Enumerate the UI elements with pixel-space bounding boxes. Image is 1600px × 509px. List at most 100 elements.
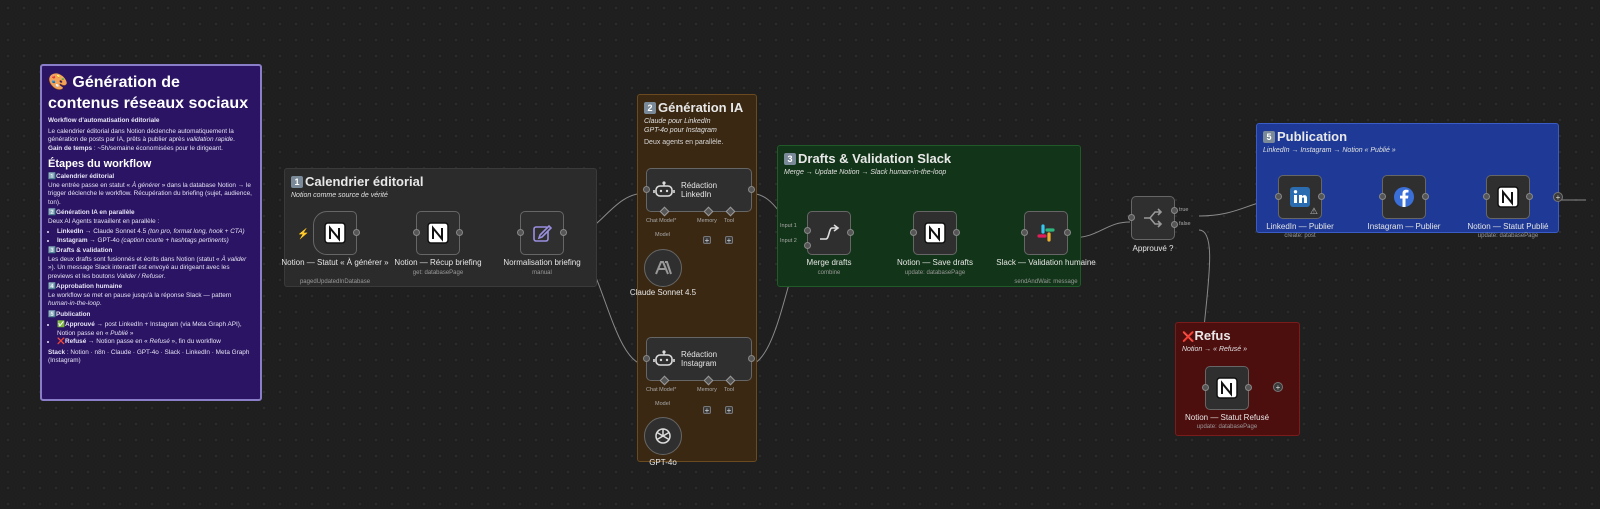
step-5-list: ✅Approuvé → post LinkedIn + Instagram (v… xyxy=(48,321,254,347)
sticky-generation-ia-sub2: GPT-4o pour Instagram xyxy=(644,127,717,134)
facebook-logo-icon xyxy=(1394,187,1414,207)
input-port[interactable] xyxy=(1202,384,1209,391)
node-notion-recup[interactable] xyxy=(413,211,463,255)
node-agent-instagram[interactable]: Rédaction Instagram xyxy=(643,337,755,381)
false-label: false xyxy=(1179,221,1191,227)
node-notion-publie[interactable] xyxy=(1483,175,1533,219)
input-port[interactable] xyxy=(910,229,917,236)
node-agent-linkedin[interactable]: Rédaction LinkedIn xyxy=(643,168,755,212)
output-port[interactable] xyxy=(748,355,755,362)
node-normalisation[interactable] xyxy=(517,211,567,255)
add-node-button[interactable]: + xyxy=(1273,382,1283,392)
node-notion-recup-sub: get: databasePage xyxy=(412,270,464,276)
input-port[interactable] xyxy=(643,355,650,362)
output-port[interactable] xyxy=(1526,193,1533,200)
merge-icon xyxy=(820,224,840,240)
input-port[interactable] xyxy=(643,186,650,193)
input-port[interactable] xyxy=(517,229,524,236)
node-notion-refuse[interactable] xyxy=(1202,366,1252,410)
output-port[interactable] xyxy=(560,229,567,236)
input-port[interactable] xyxy=(1128,214,1135,221)
node-notion-trigger-sub: pagedUpdatedInDatabase xyxy=(299,279,371,285)
lightning-icon: ⚡ xyxy=(297,229,310,240)
output-port[interactable] xyxy=(953,229,960,236)
input-1-label: Input 1 xyxy=(780,223,797,229)
node-approve-if[interactable] xyxy=(1128,196,1178,240)
input-port[interactable] xyxy=(413,229,420,236)
node-claude-model-label: Claude Sonnet 4.5 xyxy=(629,288,697,297)
input-1-port[interactable] xyxy=(804,227,811,234)
notion-logo-icon xyxy=(924,222,946,244)
chat-model-port-label: Chat Model* xyxy=(646,218,677,224)
output-port[interactable] xyxy=(1422,193,1429,200)
node-linkedin-publish-label: LinkedIn — Publier xyxy=(1266,222,1334,231)
warning-icon: ⚠ xyxy=(1309,206,1318,216)
output-port[interactable] xyxy=(847,229,854,236)
node-notion-recup-label: Notion — Récup briefing xyxy=(394,258,482,267)
input-2-port[interactable] xyxy=(804,242,811,249)
node-merge-label: Merge drafts xyxy=(806,258,852,267)
input-port[interactable] xyxy=(1275,193,1282,200)
sticky-generation-ia-text: Deux agents en parallèle. xyxy=(644,139,724,146)
step-2-list: LinkedIn → Claude Sonnet 4.5 (ton pro, f… xyxy=(48,228,254,245)
node-agent-linkedin-label: Rédaction LinkedIn xyxy=(681,181,718,199)
node-gpt-model-label: GPT-4o xyxy=(649,458,677,467)
node-claude-model[interactable] xyxy=(644,249,682,287)
node-slack[interactable] xyxy=(1021,211,1071,255)
node-linkedin-publish[interactable]: ⚠ xyxy=(1275,175,1325,219)
node-approve-label: Approuvé ? xyxy=(1132,244,1174,253)
true-port[interactable] xyxy=(1171,207,1178,214)
tool-port-label: Tool xyxy=(724,218,735,224)
sticky-drafts-sub: Merge → Update Notion → Slack human-in-t… xyxy=(784,169,947,176)
node-notion-publie-sub: update: databasePage xyxy=(1477,233,1539,239)
stack-line: Stack : Notion · n8n · Claude · GPT-4o ·… xyxy=(48,348,250,365)
memory-port-label: Memory xyxy=(697,387,717,393)
node-notion-trigger[interactable] xyxy=(313,211,360,255)
pencil-edit-icon xyxy=(533,224,553,242)
robot-icon xyxy=(653,181,675,197)
node-notion-publie-label: Notion — Statut Publié xyxy=(1467,222,1549,231)
input-port[interactable] xyxy=(1379,193,1386,200)
node-normalisation-sub: manual xyxy=(532,270,552,276)
add-memory-button[interactable]: + xyxy=(703,406,711,415)
node-instagram-publish-label: Instagram — Publier xyxy=(1367,222,1441,231)
node-instagram-publish[interactable] xyxy=(1379,175,1429,219)
input-port[interactable] xyxy=(1483,193,1490,200)
false-port[interactable] xyxy=(1171,221,1178,228)
input-port[interactable] xyxy=(1021,229,1028,236)
chat-model-port-label: Chat Model* xyxy=(646,387,677,393)
steps-heading: Étapes du workflow xyxy=(48,158,152,170)
sticky-publication-sub: LinkedIn → Instagram → Notion « Publié » xyxy=(1263,147,1396,154)
output-port[interactable] xyxy=(1064,229,1071,236)
cross-icon: ❌ xyxy=(1182,332,1195,343)
node-normalisation-label: Normalisation briefing xyxy=(503,258,581,267)
add-memory-button[interactable]: + xyxy=(703,236,711,245)
sticky-drafts-title: Drafts & Validation Slack xyxy=(798,151,952,166)
output-port[interactable] xyxy=(1318,193,1325,200)
add-node-button[interactable]: + xyxy=(1553,192,1563,202)
slack-logo-icon xyxy=(1037,224,1055,242)
add-tool-button[interactable]: + xyxy=(725,406,733,415)
memory-port-label: Memory xyxy=(697,218,717,224)
workflow-description-note[interactable]: 🎨 Génération de contenus réseaux sociaux… xyxy=(40,64,262,401)
output-port[interactable] xyxy=(456,229,463,236)
notion-logo-icon xyxy=(1497,186,1519,208)
output-port[interactable] xyxy=(1245,384,1252,391)
node-gpt-model[interactable] xyxy=(644,417,682,455)
sticky-refus-sub: Notion → « Refusé » xyxy=(1182,346,1247,353)
node-notion-refuse-label: Notion — Statut Refusé xyxy=(1184,413,1270,422)
node-notion-save[interactable] xyxy=(910,211,960,255)
node-notion-refuse-sub: update: databasePage xyxy=(1196,424,1258,430)
output-port[interactable] xyxy=(353,229,360,236)
sticky-generation-ia-title: Génération IA xyxy=(658,100,744,115)
node-merge[interactable] xyxy=(804,211,854,255)
node-slack-sub: sendAndWait: message xyxy=(1014,279,1078,285)
notion-logo-icon xyxy=(1216,377,1238,399)
add-tool-button[interactable]: + xyxy=(725,236,733,245)
note-title: 🎨 Génération de contenus réseaux sociaux xyxy=(48,74,249,112)
node-linkedin-publish-sub: create: post xyxy=(1284,233,1316,239)
robot-icon xyxy=(653,350,675,366)
output-port[interactable] xyxy=(748,186,755,193)
openai-logo-icon xyxy=(655,428,671,444)
input-2-label: Input 2 xyxy=(780,238,797,244)
